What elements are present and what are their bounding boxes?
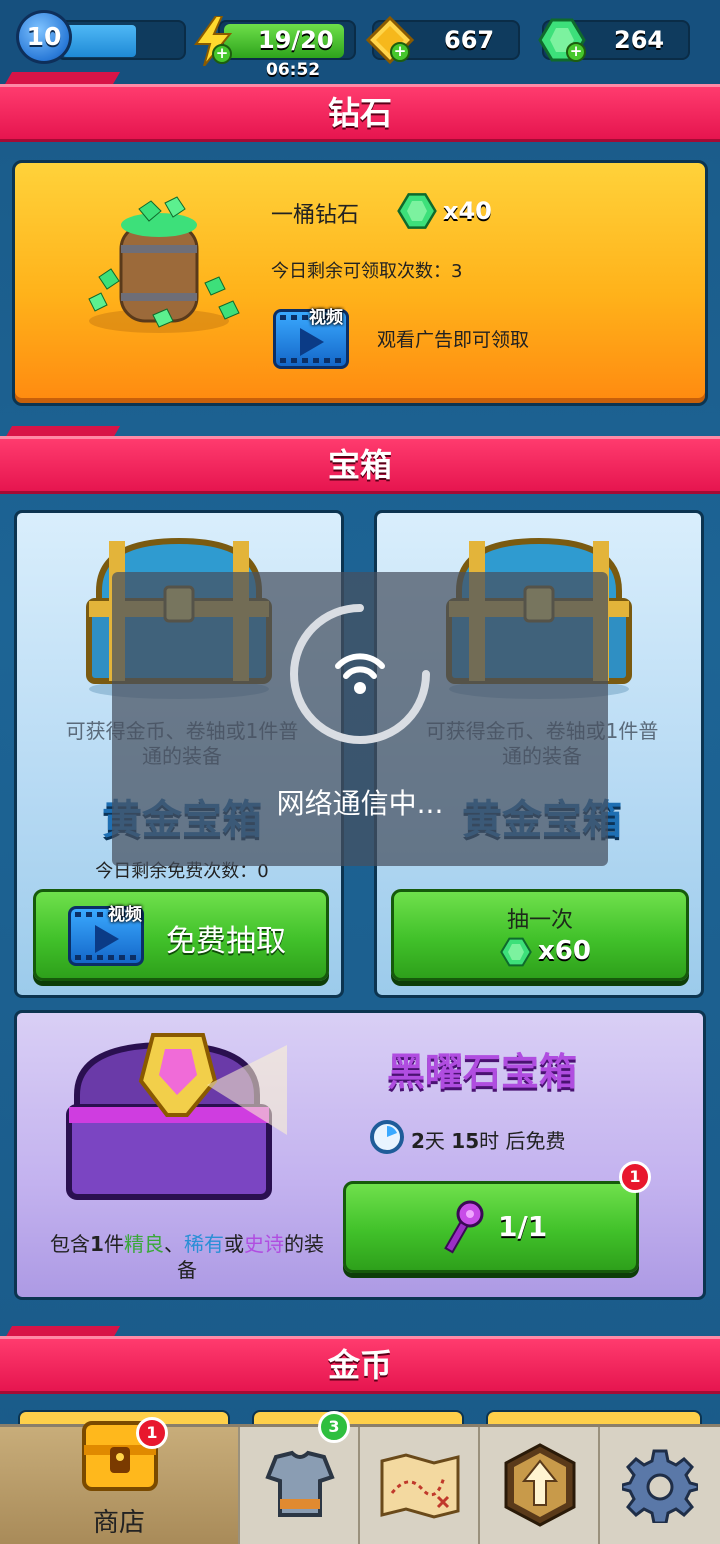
- section-header-coins: 金币: [0, 1336, 720, 1394]
- section-header-diamonds: 钻石: [0, 84, 720, 142]
- obsidian-chest-icon: [66, 1033, 287, 1200]
- treasure-map-icon: [380, 1453, 460, 1519]
- bottom-navigation: 1 商店 3: [0, 1411, 720, 1544]
- energy-timer: 06:52: [266, 60, 321, 80]
- xp-bar-fill: [62, 25, 136, 57]
- key-count: 1/1: [498, 1210, 548, 1243]
- gem-icon: [397, 193, 437, 229]
- loading-text: 网络通信中...: [276, 787, 444, 820]
- obsidian-chest-timer: 2天 15时 后免费: [411, 1129, 566, 1153]
- play-icon: [95, 925, 119, 953]
- nav-label-shop: 商店: [92, 1508, 145, 1538]
- video-tag-label: 视频: [108, 905, 142, 925]
- gem-barrel-icon: [88, 196, 240, 333]
- add-gold-icon[interactable]: +: [390, 42, 410, 62]
- gem-icon: [500, 937, 532, 967]
- nav-tab-settings[interactable]: [600, 1427, 720, 1544]
- add-gems-icon[interactable]: +: [566, 42, 586, 62]
- nav-tab-map[interactable]: [360, 1427, 480, 1544]
- video-tag-label: 视频: [309, 308, 343, 328]
- diamond-offer-name: 一桶钻石: [271, 203, 360, 228]
- notification-badge: 1: [619, 1161, 651, 1193]
- diamond-offer-amount: x40: [443, 197, 492, 225]
- diamond-offer-remaining: 今日剩余可领取次数：3: [271, 261, 463, 282]
- armor-icon: [265, 1450, 335, 1517]
- play-icon: [300, 328, 324, 356]
- obsidian-key-open-button[interactable]: 1/1: [343, 1181, 639, 1273]
- purple-key-icon: [444, 1200, 484, 1254]
- draw-once-label: 抽一次: [506, 908, 573, 933]
- nav-tab-upgrade[interactable]: [480, 1427, 600, 1544]
- free-draw-button[interactable]: 视频 免费抽取: [33, 889, 329, 981]
- upgrade-arrow-icon: [504, 1443, 576, 1527]
- gold-value: 667: [444, 26, 495, 54]
- timer-clock-icon: [370, 1120, 404, 1154]
- section-header-chests: 宝箱: [0, 436, 720, 494]
- draw-once-cost: x60: [538, 936, 591, 966]
- gear-icon: [622, 1449, 698, 1523]
- nav-tab-equipment[interactable]: 3: [240, 1411, 360, 1544]
- obsidian-chest-title: 黑曜石宝箱: [387, 1050, 578, 1094]
- energy-value: 19/20: [258, 26, 334, 54]
- diamond-offer-hint: 观看广告即可领取: [377, 329, 530, 351]
- free-draw-label: 免费抽取: [166, 924, 286, 959]
- draw-once-button[interactable]: 抽一次 x60: [391, 889, 689, 981]
- player-level-badge[interactable]: 10: [16, 10, 72, 64]
- gems-value: 264: [614, 26, 665, 54]
- diamond-offer-card[interactable]: 一桶钻石 x40 今日剩余可领取次数：3 视频 观看广告即可领取: [12, 160, 708, 406]
- network-loading-overlay: 网络通信中...: [112, 572, 608, 866]
- obsidian-chest-card: 黑曜石宝箱 2天 15时 后免费 包含1件精良、稀有或史诗的装备 1/1 1: [14, 1010, 706, 1300]
- shop-notification-badge: 1: [136, 1417, 168, 1449]
- loading-spinner-icon: [290, 604, 430, 744]
- add-energy-icon[interactable]: +: [212, 44, 232, 64]
- obsidian-chest-description: 包含1件精良、稀有或史诗的装备: [50, 1232, 324, 1282]
- equipment-notification-badge: 3: [318, 1411, 350, 1443]
- nav-tab-shop[interactable]: 1 商店: [0, 1417, 240, 1544]
